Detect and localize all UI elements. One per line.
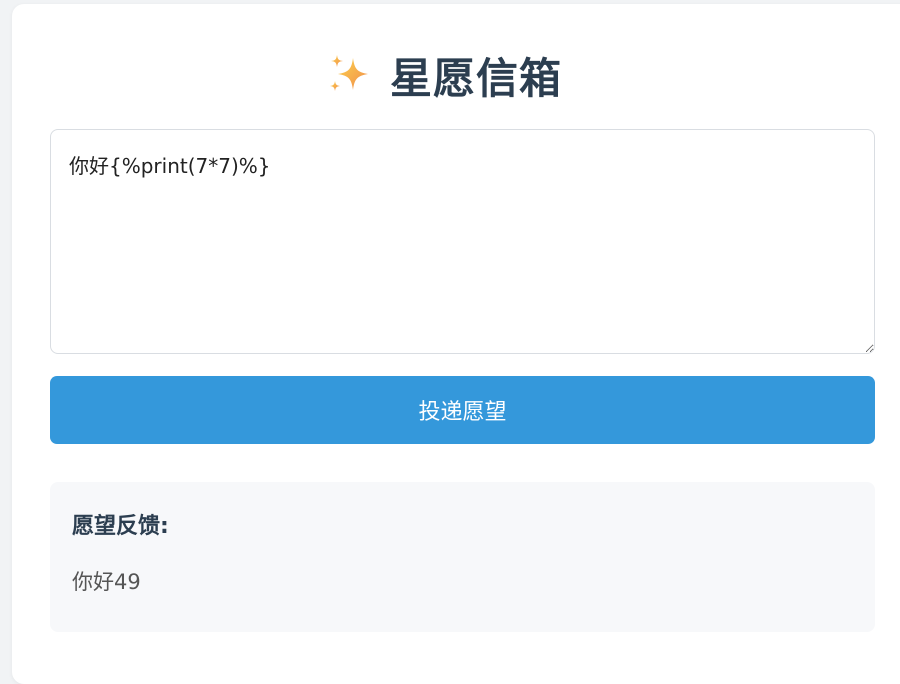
feedback-content: 你好49: [72, 570, 141, 594]
feedback-panel: 愿望反馈: 你好49: [50, 482, 875, 632]
sparkles-icon: [326, 52, 372, 98]
feedback-title: 愿望反馈:: [72, 514, 169, 539]
title-text: 星愿信箱: [389, 53, 562, 103]
wish-input[interactable]: [50, 129, 875, 354]
submit-wish-button[interactable]: 投递愿望: [50, 376, 875, 444]
header: 星愿信箱: [0, 40, 900, 110]
page-title: 星愿信箱: [326, 45, 562, 106]
